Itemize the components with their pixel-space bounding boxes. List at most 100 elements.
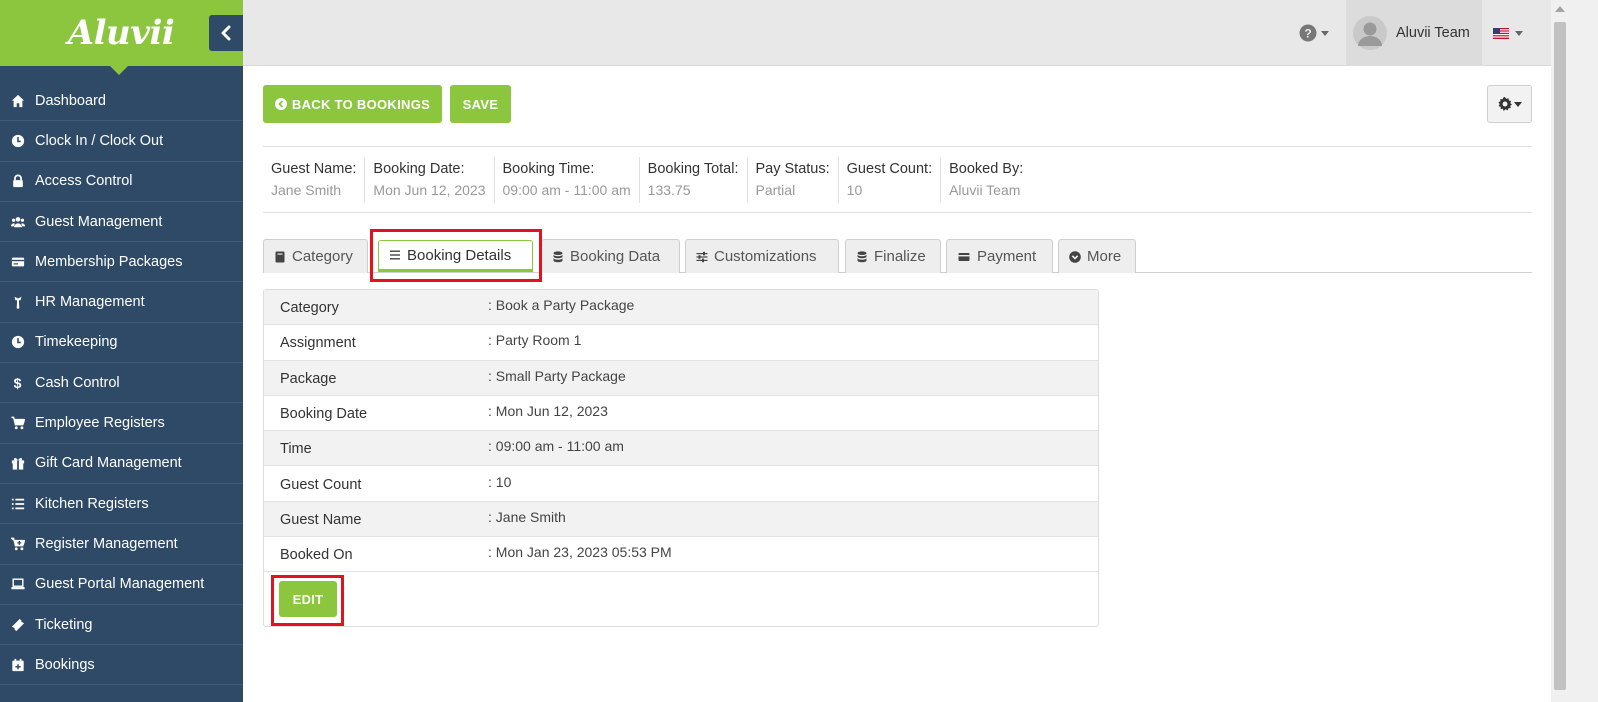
sidebar-item-guest-management[interactable]: Guest Management xyxy=(0,202,243,243)
detail-row-time: Time : 09:00 am - 11:00 am xyxy=(264,431,1098,467)
scroll-up-arrow-icon[interactable] xyxy=(1555,6,1565,12)
sidebar-item-label: Guest Management xyxy=(35,213,163,230)
booking-summary: Guest Name: Jane Smith Booking Date: Mon… xyxy=(263,157,1031,203)
sidebar-item-gift-card-management[interactable]: Gift Card Management xyxy=(0,444,243,484)
tab-more[interactable]: More xyxy=(1058,239,1136,273)
aluvii-logo[interactable]: Aluvii xyxy=(68,8,175,58)
ticket-icon xyxy=(0,618,35,632)
sidebar-item-dashboard[interactable]: Dashboard xyxy=(0,81,243,122)
credit-card-icon xyxy=(958,252,970,261)
sidebar-item-hr-management[interactable]: HR Management xyxy=(0,282,243,323)
sidebar-item-guest-portal-management[interactable]: Guest Portal Management xyxy=(0,565,243,605)
tab-label: Payment xyxy=(977,248,1037,265)
tab-booking-data[interactable]: Booking Data xyxy=(541,239,680,273)
tab-payment[interactable]: Payment xyxy=(946,239,1053,273)
detail-row-booking-date: Booking Date : Mon Jun 12, 2023 xyxy=(264,396,1098,432)
summary-booked-by: Booked By: Aluvii Team xyxy=(940,157,1031,203)
book-icon xyxy=(275,251,285,262)
user-menu[interactable]: Aluvii Team xyxy=(1346,0,1482,66)
sidebar-item-label: Cash Control xyxy=(35,374,120,391)
sidebar-item-register-management[interactable]: Register Management xyxy=(0,524,243,565)
users-icon xyxy=(0,215,35,229)
settings-menu-button[interactable] xyxy=(1487,85,1532,123)
brand-header: Aluvii xyxy=(0,0,243,66)
sidebar-item-bookings[interactable]: Bookings xyxy=(0,645,243,686)
chevron-down-icon xyxy=(1321,30,1329,36)
sidebar-nav: Dashboard Clock In / Clock Out Access Co… xyxy=(0,81,243,686)
booking-details-panel: Category : Book a Party Package Assignme… xyxy=(263,289,1099,627)
chevron-circle-down-icon xyxy=(1069,250,1081,263)
sidebar-item-membership-packages[interactable]: Membership Packages xyxy=(0,242,243,283)
sidebar-item-label: Bookings xyxy=(35,656,95,673)
top-bar: ? Aluvii Team xyxy=(243,0,1551,66)
language-selector[interactable] xyxy=(1493,28,1523,39)
sidebar-item-label: Clock In / Clock Out xyxy=(35,132,164,149)
logo-notch xyxy=(110,66,128,75)
sidebar-item-access-control[interactable]: Access Control xyxy=(0,162,243,202)
tab-label: Customizations xyxy=(714,248,817,265)
back-button-label: BACK TO BOOKINGS xyxy=(291,96,431,112)
svg-text:?: ? xyxy=(1304,26,1311,40)
back-to-bookings-button[interactable]: BACK TO BOOKINGS xyxy=(263,85,442,123)
sliders-icon xyxy=(696,251,708,262)
sidebar-item-label: Kitchen Registers xyxy=(35,495,149,512)
sidebar-item-label: HR Management xyxy=(35,294,145,311)
divider xyxy=(263,212,1532,213)
summary-guest-count: Guest Count: 10 xyxy=(837,157,940,203)
scrollbar-thumb[interactable] xyxy=(1554,22,1566,690)
save-button[interactable]: SAVE xyxy=(450,85,511,123)
tab-label: Booking Details xyxy=(407,246,512,264)
avatar xyxy=(1353,16,1387,50)
sidebar-item-clock-in-out[interactable]: Clock In / Clock Out xyxy=(0,121,243,162)
summary-booking-time: Booking Time: 09:00 am - 11:00 am xyxy=(493,157,639,203)
summary-pay-status: Pay Status: Partial xyxy=(746,157,838,203)
edit-button[interactable]: EDIT xyxy=(279,581,337,617)
sidebar-item-kitchen-registers[interactable]: Kitchen Registers xyxy=(0,484,243,525)
tab-label: Finalize xyxy=(874,248,926,265)
list-icon xyxy=(0,497,35,511)
chevron-down-icon xyxy=(1513,101,1522,107)
dollar-icon: $ xyxy=(13,374,22,391)
person-tie-icon xyxy=(0,295,35,310)
list-icon xyxy=(390,250,400,260)
summary-booking-date: Booking Date: Mon Jun 12, 2023 xyxy=(364,157,493,203)
sidebar-item-label: Access Control xyxy=(35,173,133,190)
tab-booking-details[interactable]: Booking Details xyxy=(378,240,533,272)
tab-finalize[interactable]: Finalize xyxy=(845,239,941,273)
cart-icon xyxy=(0,416,35,430)
calendar-plus-icon xyxy=(0,658,35,672)
tab-category[interactable]: Category xyxy=(263,239,368,273)
chevron-down-icon xyxy=(1515,31,1523,36)
sidebar-item-label: Gift Card Management xyxy=(35,455,182,472)
summary-guest-name: Guest Name: Jane Smith xyxy=(271,161,357,198)
laptop-icon xyxy=(0,577,35,591)
sidebar-item-label: Membership Packages xyxy=(35,253,183,270)
sidebar-item-ticketing[interactable]: Ticketing xyxy=(0,605,243,646)
card-icon xyxy=(0,255,35,269)
detail-row-guest-count: Guest Count : 10 xyxy=(264,467,1098,502)
sidebar-item-label: Employee Registers xyxy=(35,415,165,432)
sidebar-item-cash-control[interactable]: $ Cash Control xyxy=(0,363,243,404)
help-menu[interactable]: ? xyxy=(1299,24,1329,42)
cart-plus-icon xyxy=(0,537,35,551)
summary-booking-total: Booking Total: 133.75 xyxy=(638,157,747,203)
question-circle-icon: ? xyxy=(1299,24,1317,42)
clock-icon xyxy=(0,335,35,349)
lock-icon xyxy=(0,174,35,188)
tab-customizations[interactable]: Customizations xyxy=(685,239,839,273)
sidebar-item-label: Guest Portal Management xyxy=(35,576,205,593)
sidebar-item-label: Timekeeping xyxy=(35,334,118,351)
user-name: Aluvii Team xyxy=(1396,25,1470,41)
database-icon xyxy=(857,250,867,262)
sidebar-item-timekeeping[interactable]: Timekeeping xyxy=(0,323,243,364)
home-icon xyxy=(0,94,35,108)
sidebar-item-label: Dashboard xyxy=(35,92,106,109)
detail-row-booked-on: Booked On : Mon Jan 23, 2023 05:53 PM xyxy=(264,537,1098,573)
sidebar-item-employee-registers[interactable]: Employee Registers xyxy=(0,403,243,444)
arrow-circle-left-icon xyxy=(274,98,287,110)
tab-label: Booking Data xyxy=(570,248,661,265)
chevron-left-icon xyxy=(221,25,231,41)
tab-label: More xyxy=(1087,248,1122,265)
gift-icon xyxy=(0,456,35,470)
collapse-sidebar-button[interactable] xyxy=(209,15,243,51)
